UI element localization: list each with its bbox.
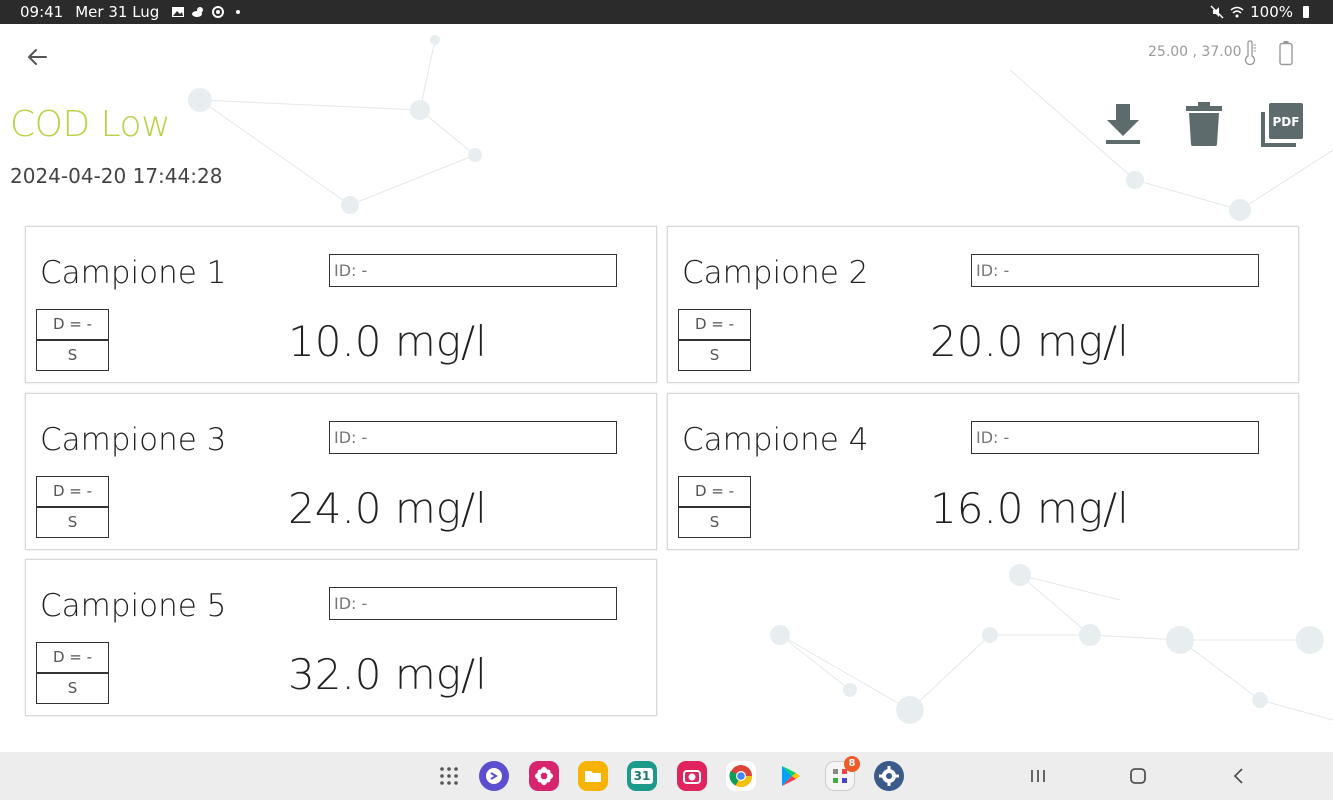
blossom-app-icon[interactable] <box>529 761 559 791</box>
calendar-day: 31 <box>630 768 654 784</box>
chrome-app-icon[interactable] <box>726 761 756 791</box>
chrome-icon <box>729 765 752 787</box>
sample-id-field[interactable]: ID: - <box>329 421 617 454</box>
messages-app-icon[interactable] <box>479 761 509 791</box>
sample-name: Campione 1 <box>40 255 227 291</box>
play-store-icon <box>782 766 800 786</box>
flower-icon <box>535 767 553 785</box>
sample-id-field[interactable]: ID: - <box>329 254 617 287</box>
download-icon[interactable] <box>1099 100 1147 150</box>
sample-name: Campione 3 <box>40 422 227 458</box>
home-icon[interactable] <box>1126 764 1150 788</box>
dilution-field[interactable]: D = - <box>36 309 109 340</box>
camera-app-icon[interactable] <box>677 761 707 791</box>
taskbar: 31 8 <box>0 752 1333 800</box>
dilution-field[interactable]: D = - <box>678 476 751 507</box>
sample-value: 10.0 mg/l <box>288 317 487 366</box>
nav-back-icon[interactable] <box>1227 764 1251 788</box>
pdf-export-icon[interactable]: PDF <box>1258 100 1306 150</box>
battery-percentage: 100% <box>1250 3 1293 21</box>
sample-value: 32.0 mg/l <box>288 650 487 699</box>
folder-icon <box>585 771 601 782</box>
weather-notification-icon <box>192 7 204 17</box>
sample-card: Campione 4 ID: - D = - S 16.0 mg/l <box>667 393 1299 550</box>
mute-icon <box>1210 5 1224 19</box>
sample-name: Campione 2 <box>682 255 869 291</box>
page-title: COD Low <box>10 104 171 145</box>
s-field[interactable]: S <box>36 507 109 538</box>
dilution-field[interactable]: D = - <box>678 309 751 340</box>
back-arrow-icon[interactable] <box>24 44 50 70</box>
recent-apps-icon[interactable] <box>1026 764 1050 788</box>
battery-icon <box>1279 41 1293 66</box>
dilution-field[interactable]: D = - <box>36 642 109 673</box>
gear-icon <box>879 766 899 786</box>
chat-bubble-icon <box>486 768 502 784</box>
sample-card: Campione 1 ID: - D = - S 10.0 mg/l <box>25 226 657 383</box>
sync-notification-icon <box>212 6 225 18</box>
more-notifications-dot-icon <box>236 10 241 14</box>
notification-badge: 8 <box>844 756 860 772</box>
sample-id-field[interactable]: ID: - <box>971 254 1259 287</box>
wifi-icon <box>1230 6 1244 18</box>
sample-value: 20.0 mg/l <box>930 317 1129 366</box>
app-drawer-icon[interactable] <box>437 764 461 788</box>
sample-id-field[interactable]: ID: - <box>329 587 617 620</box>
sample-value: 24.0 mg/l <box>288 484 487 533</box>
sample-card: Campione 2 ID: - D = - S 20.0 mg/l <box>667 226 1299 383</box>
sensor-readout: 25.00 , 37.00 <box>1148 44 1242 60</box>
s-field[interactable]: S <box>678 340 751 371</box>
sample-card: Campione 5 ID: - D = - S 32.0 mg/l <box>25 559 657 716</box>
s-field[interactable]: S <box>36 340 109 371</box>
sample-name: Campione 4 <box>682 422 869 458</box>
status-date: Mer 31 Lug <box>75 3 160 21</box>
status-time: 09:41 <box>20 3 64 21</box>
status-bar: 09:41 Mer 31 Lug 100% <box>0 0 1333 24</box>
s-field[interactable]: S <box>36 673 109 704</box>
calendar-app-icon[interactable]: 31 <box>627 761 657 791</box>
sample-card: Campione 3 ID: - D = - S 24.0 mg/l <box>25 393 657 550</box>
delete-icon[interactable] <box>1180 100 1228 150</box>
play-store-app-icon[interactable] <box>775 761 805 791</box>
app-folder-icon[interactable]: 8 <box>825 756 860 791</box>
s-field[interactable]: S <box>678 507 751 538</box>
gallery-notification-icon <box>172 7 185 17</box>
battery-status-icon <box>1303 6 1309 18</box>
files-app-icon[interactable] <box>578 761 608 791</box>
dilution-field[interactable]: D = - <box>36 476 109 507</box>
svg-text:PDF: PDF <box>1273 115 1300 129</box>
measurement-timestamp: 2024-04-20 17:44:28 <box>10 164 223 188</box>
camera-icon <box>683 770 701 784</box>
sample-name: Campione 5 <box>40 588 227 624</box>
thermometer-icon <box>1244 40 1256 66</box>
sample-value: 16.0 mg/l <box>930 484 1129 533</box>
settings-app-icon[interactable] <box>874 761 904 791</box>
sample-id-field[interactable]: ID: - <box>971 421 1259 454</box>
